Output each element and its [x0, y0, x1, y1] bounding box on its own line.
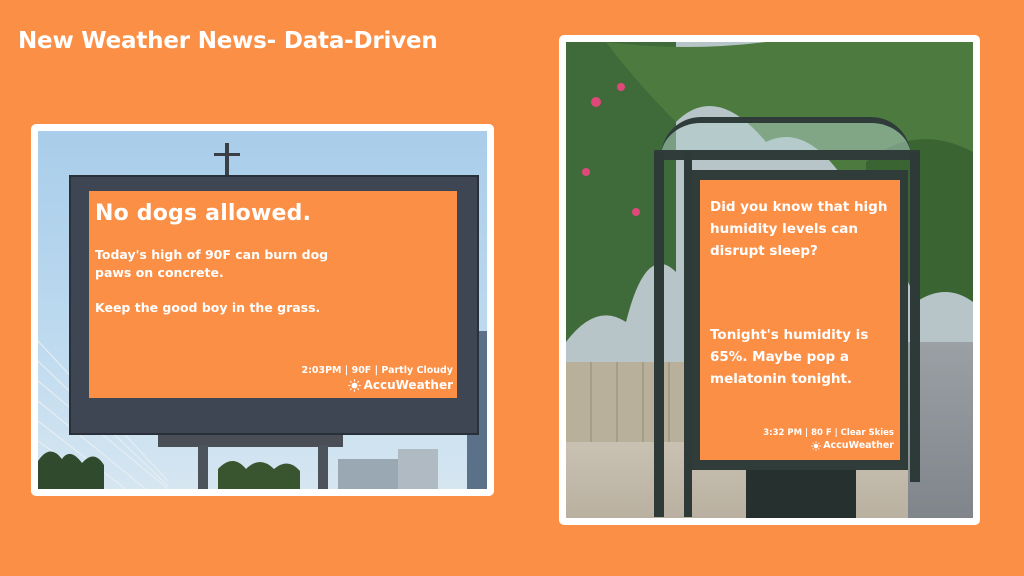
bus-shelter-scene: Did you know that high humidity levels c… [566, 42, 973, 518]
shelter-base [746, 470, 856, 518]
shelter-roof-bar [654, 150, 920, 160]
shelter-post-2 [684, 152, 692, 517]
shelter-ad: Did you know that high humidity levels c… [700, 180, 900, 460]
shelter-ad-frame: Did you know that high humidity levels c… [692, 170, 908, 470]
shelter-body: Tonight's humidity is 65%. Maybe pop a m… [710, 327, 869, 387]
shelter-post-3 [910, 152, 920, 482]
billboard-frame: No dogs allowed. Today's high of 90F can… [69, 175, 479, 435]
billboard-photo: No dogs allowed. Today's high of 90F can… [31, 124, 494, 496]
billboard-leg-right [318, 445, 328, 489]
billboard-body: Today's high of 90F can burn dog paws on… [95, 247, 329, 280]
billboard-body-2: Keep the good boy in the grass. [95, 300, 321, 315]
billboard-leg-left [198, 445, 208, 489]
billboard-weather-stamp: 2:03PM | 90F | Partly Cloudy [301, 365, 453, 376]
shelter-weather-stamp: 3:32 PM | 80 F | Clear Skies [763, 428, 894, 438]
shelter-headline: Did you know that high humidity levels c… [710, 199, 888, 259]
shelter-post-1 [654, 152, 664, 517]
billboard-ad: No dogs allowed. Today's high of 90F can… [89, 191, 457, 398]
slide-title: New Weather News- Data-Driven [18, 28, 438, 54]
billboard-scene: No dogs allowed. Today's high of 90F can… [38, 131, 487, 489]
billboard-brand-name: AccuWeather [363, 378, 453, 392]
billboard-support-beam [158, 435, 343, 447]
shelter-brand-logo: AccuWeather [811, 440, 894, 451]
billboard-antenna-bar [214, 153, 240, 156]
billboard-headline: No dogs allowed. [95, 201, 312, 226]
shelter-brand-name: AccuWeather [823, 440, 894, 451]
bus-shelter-photo: Did you know that high humidity levels c… [559, 35, 980, 525]
sun-icon [811, 440, 821, 451]
billboard-brand-logo: AccuWeather [347, 378, 453, 392]
sun-icon [347, 378, 361, 392]
